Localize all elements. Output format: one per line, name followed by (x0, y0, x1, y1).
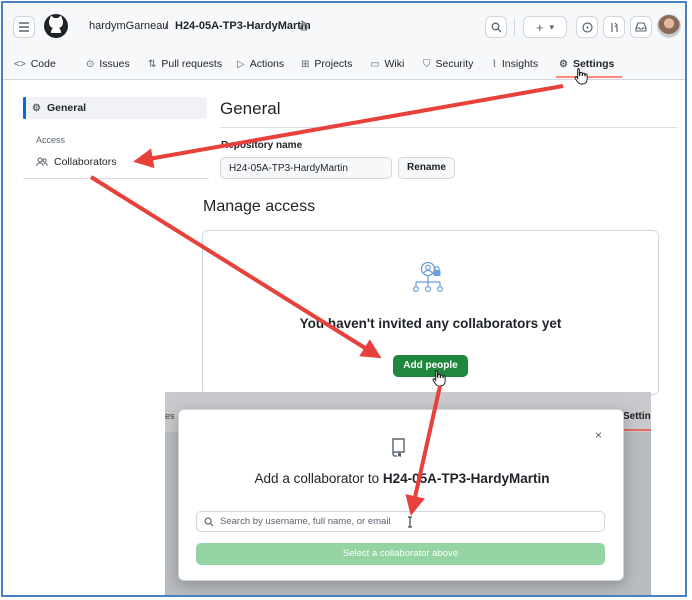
inbox-icon (635, 22, 647, 32)
play-icon: ▷ (237, 58, 245, 70)
rename-button[interactable]: Rename (398, 157, 455, 179)
pull-request-icon: ⇅ (148, 58, 157, 70)
tab-issues-label: Issues (99, 58, 130, 70)
sidebar-item-general-label: General (46, 102, 87, 114)
empty-state-text: You haven't invited any collaborators ye… (299, 316, 562, 331)
select-collaborator-button[interactable]: Select a collaborator above (196, 543, 605, 565)
page-title: General (220, 99, 281, 118)
plus-icon: + (535, 19, 544, 35)
header-divider (514, 18, 515, 36)
chevron-down-icon: ▾ (549, 21, 555, 32)
tab-security[interactable]: ⛉ Security (423, 55, 473, 73)
menu-button[interactable] (13, 16, 35, 38)
sidebar-item-collaborators-label: Collaborators (54, 156, 117, 168)
search-icon (204, 517, 214, 527)
repo-name-input[interactable]: H24-05A-TP3-HardyMartin (220, 157, 392, 179)
tab-projects-label: Projects (314, 58, 353, 70)
shield-icon: ⛉ (423, 58, 431, 70)
lock-icon (300, 22, 308, 31)
close-icon[interactable]: × (595, 428, 602, 442)
repo-icon (392, 438, 405, 457)
backdrop-settings-fragment: Settin (623, 411, 651, 422)
tab-insights[interactable]: ⌇ Insights (492, 55, 538, 73)
people-icon (36, 157, 48, 167)
gear-icon: ⚙ (32, 102, 41, 114)
add-people-button[interactable]: Add people (393, 355, 468, 377)
hamburger-icon (19, 22, 29, 32)
tab-pull-requests[interactable]: ⇅ Pull requests (148, 55, 222, 73)
collaborator-search-field[interactable] (196, 511, 605, 532)
collaborator-search-input[interactable] (220, 516, 580, 527)
people-network-icon (412, 261, 444, 293)
github-logo-icon[interactable] (43, 13, 69, 39)
tab-pull-requests-label: Pull requests (161, 58, 223, 70)
pull-requests-button[interactable] (603, 16, 625, 38)
sidebar-item-general[interactable]: ⚙ General (23, 97, 207, 119)
title-divider (220, 127, 677, 128)
inbox-button[interactable] (630, 16, 652, 38)
search-icon (491, 22, 501, 32)
gear-icon: ⚙ (559, 58, 568, 70)
dialog-title-repo: H24-05A-TP3-HardyMartin (382, 471, 550, 486)
tab-code-label: Code (30, 58, 56, 70)
tab-issues[interactable]: ⊙ Issues (86, 55, 130, 73)
issue-icon: ⊙ (86, 58, 95, 70)
avatar[interactable] (657, 14, 681, 38)
table-icon: ⊞ (301, 58, 310, 70)
sidebar-divider (23, 178, 209, 179)
selected-tab-indicator (556, 76, 622, 78)
pull-request-icon (610, 22, 618, 32)
tab-code[interactable]: <> Code (14, 55, 56, 73)
dialog-title: Add a collaborator to H24-05A-TP3-HardyM… (179, 471, 625, 486)
code-icon: <> (14, 58, 26, 70)
breadcrumb-owner[interactable]: hardymGarneau (89, 20, 169, 32)
issue-icon (581, 21, 593, 33)
selected-indicator (23, 97, 26, 119)
manage-access-title: Manage access (203, 198, 316, 215)
sidebar-item-collaborators[interactable]: Collaborators (36, 156, 116, 168)
tab-projects[interactable]: ⊞ Projects (301, 55, 352, 73)
create-new-button[interactable]: + ▾ (523, 16, 567, 38)
arrow-settings-to-collaborators (133, 84, 564, 169)
screenshot-frame: hardymGarneau / H24-05A-TP3-HardyMartin … (1, 1, 687, 597)
hand-cursor-icon (432, 370, 446, 387)
search-button[interactable] (485, 16, 507, 38)
repo-name-label: Repository name (221, 140, 303, 151)
sidebar-section-access: Access (36, 135, 66, 145)
breadcrumb-separator: / (165, 20, 169, 32)
tab-wiki-label: Wiki (384, 58, 405, 70)
issues-button[interactable] (576, 16, 598, 38)
tab-wiki[interactable]: ▭ Wiki (370, 55, 404, 73)
tab-insights-label: Insights (501, 58, 539, 70)
text-cursor-icon (408, 516, 412, 528)
tab-security-label: Security (435, 58, 474, 70)
tab-actions-label: Actions (249, 58, 285, 70)
hand-cursor-icon (574, 68, 588, 85)
backdrop-text-fragment: es (165, 411, 175, 421)
graph-icon: ⌇ (492, 58, 497, 70)
dialog-title-prefix: Add a collaborator to (254, 471, 380, 486)
tab-actions[interactable]: ▷ Actions (237, 55, 284, 73)
breadcrumb-repo[interactable]: H24-05A-TP3-HardyMartin (175, 20, 311, 32)
book-icon: ▭ (370, 58, 380, 70)
